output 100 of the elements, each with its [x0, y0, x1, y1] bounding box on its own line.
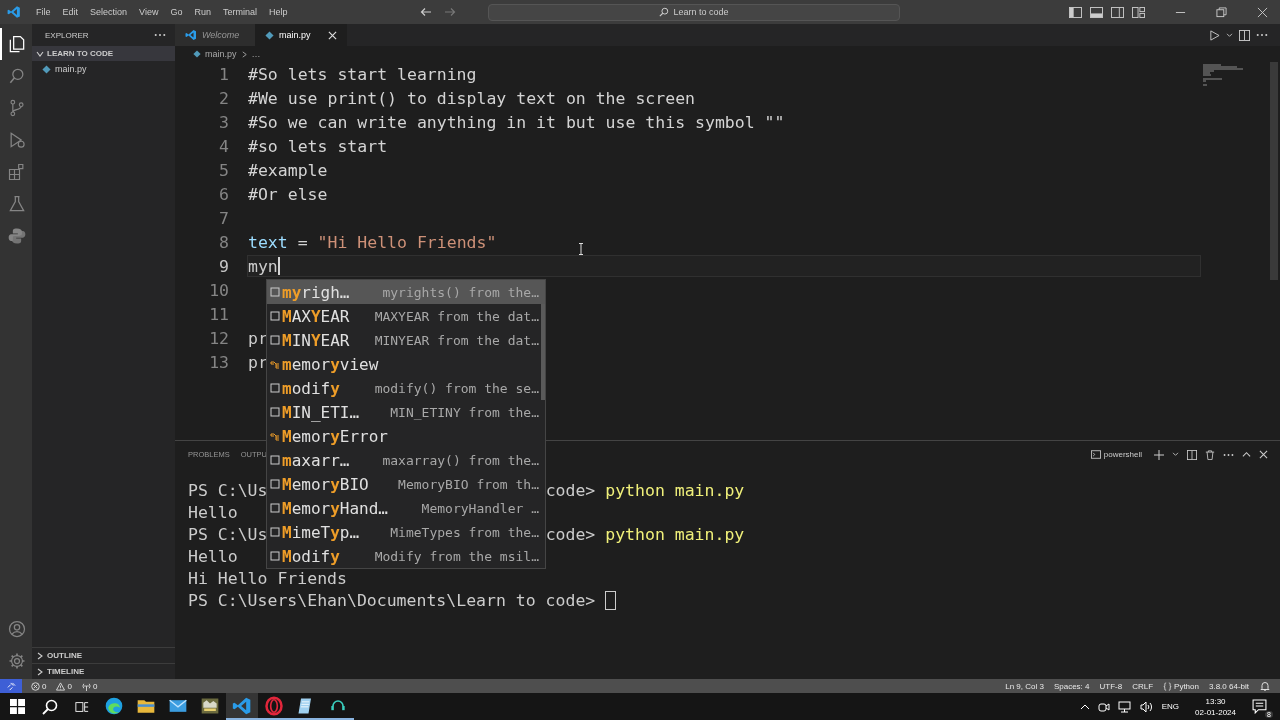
camera-icon[interactable] — [1097, 700, 1110, 713]
suggestion-item[interactable]: MINYEAR MINYEAR from the dat… — [267, 328, 545, 352]
suggestion-item[interactable]: modify modify() from the se… — [267, 376, 545, 400]
suggestion-item[interactable]: memoryview — [267, 352, 545, 376]
line-number: 13 — [208, 352, 229, 372]
breadcrumb-item[interactable]: main.py — [205, 49, 237, 59]
line-number: 3 — [218, 112, 229, 132]
taskbar-app[interactable] — [226, 693, 258, 720]
caret-icon[interactable] — [1226, 32, 1233, 38]
files-icon[interactable] — [7, 34, 27, 54]
sidebar-toggle-icon[interactable] — [1069, 6, 1082, 18]
back-arrow-icon[interactable] — [420, 6, 432, 18]
suggestion-item[interactable]: MimeTyp… MimeTypes from the… — [267, 520, 545, 544]
account-icon[interactable] — [7, 619, 27, 639]
line-number: 10 — [208, 280, 229, 300]
task-view-icon[interactable] — [75, 699, 89, 714]
warning-icon — [56, 681, 66, 691]
clock[interactable]: 13:30 02-01-2024 — [1195, 695, 1236, 718]
run-icon[interactable] — [1209, 29, 1220, 41]
split-editor-icon[interactable] — [1239, 29, 1250, 41]
bell-icon[interactable] — [1260, 681, 1270, 691]
menu-item[interactable]: File — [30, 7, 57, 17]
terminal-text: code> — [545, 524, 596, 544]
language-status[interactable]: Python — [1158, 681, 1204, 691]
suggestion-item[interactable]: Modify Modify from the msil… — [267, 544, 545, 568]
field-icon — [270, 407, 280, 417]
network-icon[interactable] — [1117, 700, 1132, 713]
search-icon[interactable] — [42, 698, 58, 715]
suggestion-item[interactable]: MIN_ETI… MIN_ETINY from the… — [267, 400, 545, 424]
close-icon[interactable] — [1257, 6, 1268, 18]
menu-item[interactable]: Edit — [56, 7, 85, 17]
code-line: #So lets start learning — [248, 64, 477, 84]
code-line: #We use print() to display text on the screen — [248, 88, 696, 108]
terminal-icon — [1090, 450, 1101, 459]
python-icon[interactable] — [7, 226, 27, 246]
field-icon — [270, 287, 280, 297]
folder-header[interactable]: LEARN TO CODE — [32, 46, 175, 61]
suggestion-item[interactable]: MemoryError — [267, 424, 545, 448]
chevron-icon — [240, 50, 248, 58]
python-file-icon — [42, 64, 51, 74]
close-icon[interactable] — [1259, 450, 1268, 459]
ports-status[interactable]: 0 — [76, 681, 103, 691]
scrollbar[interactable] — [1270, 62, 1278, 280]
errors-status[interactable]: 0 — [26, 681, 52, 691]
volume-icon[interactable] — [1139, 700, 1154, 713]
notifications-icon[interactable] — [1252, 699, 1267, 714]
menu-item[interactable]: Help — [262, 7, 294, 17]
menu-item[interactable]: Terminal — [216, 7, 263, 17]
close-icon[interactable] — [327, 30, 337, 40]
plus-icon[interactable] — [1154, 449, 1164, 460]
suggestion-item[interactable]: MemoryHand… MemoryHandler … — [267, 496, 545, 520]
editor-tab[interactable]: main.py — [255, 24, 347, 46]
secondary-sidebar-icon[interactable] — [1111, 6, 1124, 18]
status-item[interactable]: Ln 9, Col 3 — [1000, 681, 1049, 691]
python-file-icon — [265, 30, 274, 40]
source-control-icon[interactable] — [7, 98, 27, 118]
menu-item[interactable]: Selection — [84, 7, 134, 17]
split-terminal-icon[interactable] — [1187, 449, 1197, 460]
error-icon — [31, 681, 40, 691]
suggestion-item[interactable]: maxarr… maxarray() from the… — [267, 448, 545, 472]
terminal-text: PS C:\Users\Ehan\Documents\Learn to code> — [188, 590, 596, 610]
terminal-selector[interactable]: powershell — [1090, 450, 1142, 459]
testing-icon[interactable] — [7, 194, 27, 214]
more-icon[interactable] — [154, 33, 166, 37]
trash-icon[interactable] — [1205, 449, 1215, 460]
explorer-entry[interactable]: main.py — [32, 61, 175, 77]
sidebar-title: EXPLORER — [45, 30, 89, 40]
line-number: 9 — [218, 256, 229, 276]
more-icon[interactable] — [1223, 452, 1234, 457]
menu-item[interactable]: View — [133, 7, 165, 17]
caret-icon[interactable] — [1172, 452, 1179, 457]
chevron-up-icon[interactable] — [1079, 703, 1090, 710]
settings-icon[interactable] — [7, 651, 27, 671]
terminal-text: code> — [545, 480, 596, 500]
menu-item[interactable]: Go — [164, 7, 189, 17]
panel-toggle-icon[interactable] — [1090, 6, 1103, 18]
breadcrumb-item[interactable]: … — [251, 49, 261, 59]
code-line: pr — [248, 328, 268, 348]
status-item[interactable]: 3.8.0 64-bit — [1203, 681, 1254, 691]
line-number: 11 — [208, 304, 229, 324]
terminal-command: python main.py — [605, 524, 745, 544]
section-header[interactable]: OUTLINE — [32, 647, 175, 663]
more-icon[interactable] — [1256, 33, 1268, 37]
menu-item[interactable]: Run — [188, 7, 217, 17]
suggestion-item[interactable]: MemoryBIO MemoryBIO from th… — [267, 472, 545, 496]
suggestion-item[interactable]: MAXYEAR MAXYEAR from the dat… — [267, 304, 545, 328]
field-icon — [270, 527, 280, 537]
scrollbar[interactable] — [541, 304, 545, 400]
restore-icon[interactable] — [1216, 6, 1227, 18]
status-item[interactable]: UTF-8 — [1094, 681, 1128, 691]
warnings-status[interactable]: 0 — [51, 681, 77, 691]
maximize-panel-icon[interactable] — [1242, 450, 1251, 459]
layout-icon[interactable] — [1132, 6, 1145, 18]
status-item[interactable]: CRLF — [1127, 681, 1159, 691]
suggestion-item[interactable]: myrigh… myrights() from the… — [267, 280, 545, 304]
language-indicator[interactable]: ENG — [1161, 702, 1180, 711]
windows-icon[interactable] — [10, 699, 25, 714]
status-item[interactable]: Spaces: 4 — [1048, 681, 1095, 691]
editor-tab[interactable]: Welcome — [175, 24, 255, 46]
command-center[interactable]: Learn to code — [488, 3, 900, 21]
